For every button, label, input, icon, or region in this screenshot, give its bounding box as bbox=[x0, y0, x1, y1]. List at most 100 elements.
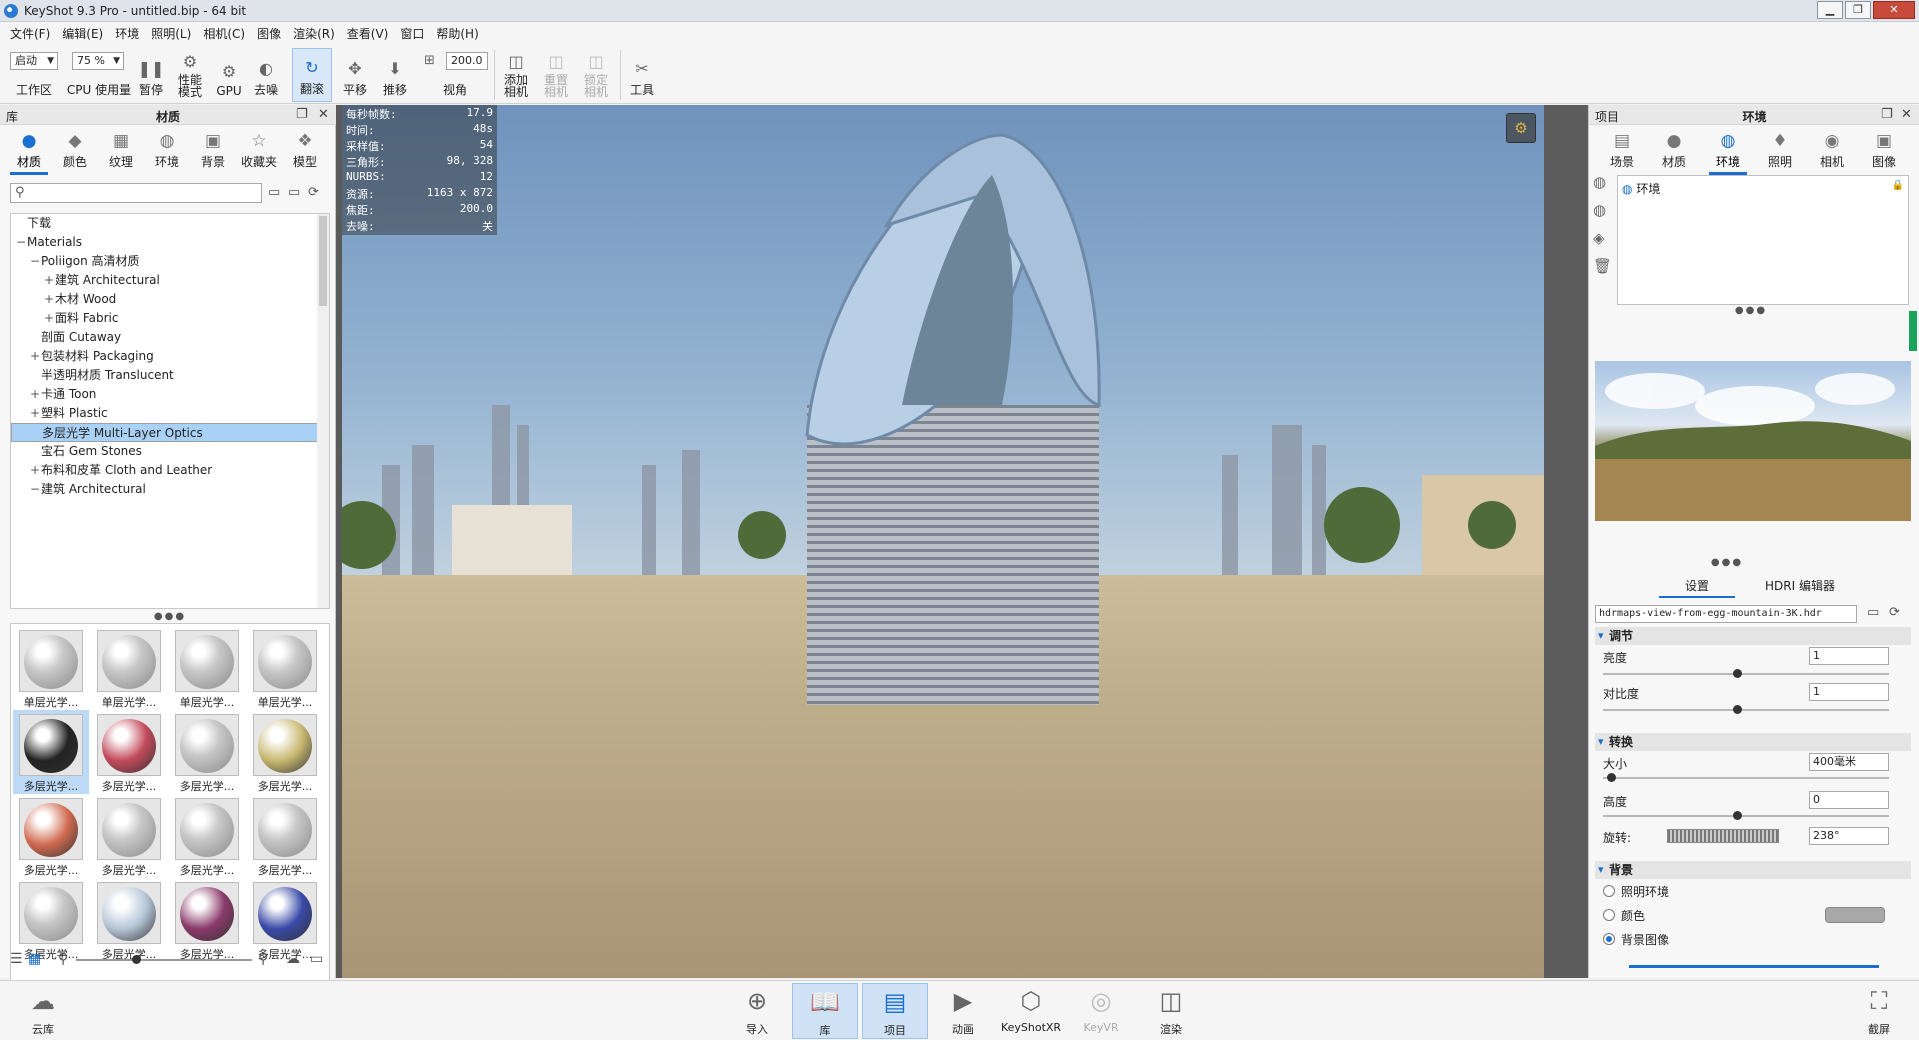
folder-icon[interactable]: ▭ bbox=[310, 951, 323, 967]
size-input[interactable]: 400毫米 bbox=[1809, 753, 1889, 771]
close-panel-icon[interactable]: ✕ bbox=[318, 107, 329, 122]
keyshotxr-button[interactable]: ⬡ KeyShotXR bbox=[998, 983, 1064, 1039]
library-search-input[interactable]: ⚲ bbox=[10, 183, 262, 203]
duplicate-environment-icon[interactable]: ◍ bbox=[1593, 201, 1606, 219]
splitter-handle[interactable]: ●●● bbox=[150, 611, 190, 622]
reset-camera-button[interactable]: ◫ 重置 相机 bbox=[538, 48, 574, 102]
lock-camera-button[interactable]: ◫ 锁定 相机 bbox=[578, 48, 614, 102]
tab-backplates[interactable]: ▣ 背景 bbox=[190, 127, 236, 173]
tab-image[interactable]: ▣ 图像 bbox=[1861, 127, 1907, 173]
grid-view-icon[interactable]: ▦ bbox=[28, 951, 41, 967]
radio-lighting-environment[interactable] bbox=[1603, 885, 1615, 897]
refresh-icon[interactable]: ⟳ bbox=[1889, 605, 1900, 620]
tree-item[interactable]: 多层光学 Multi-Layer Optics bbox=[11, 423, 319, 442]
upload-cloud-icon[interactable]: ☁ bbox=[286, 951, 300, 967]
keyvr-button[interactable]: ◎ KeyVR bbox=[1068, 983, 1134, 1039]
tab-materials[interactable]: ● 材质 bbox=[1651, 127, 1697, 173]
tab-models[interactable]: ❖ 模型 bbox=[282, 127, 328, 173]
float-panel-icon[interactable]: ❐ bbox=[296, 107, 308, 122]
add-environment-icon[interactable]: ◍ bbox=[1593, 173, 1606, 191]
material-thumbnail[interactable]: 单层光学... bbox=[91, 626, 167, 710]
close-panel-icon[interactable]: ✕ bbox=[1901, 107, 1912, 122]
denoise-button[interactable]: ◐ 去噪 bbox=[248, 48, 284, 102]
menu-edit[interactable]: 编辑(E) bbox=[56, 25, 109, 42]
size-slider[interactable] bbox=[1603, 777, 1889, 779]
contrast-input[interactable]: 1 bbox=[1809, 683, 1889, 701]
material-thumbnail[interactable]: 多层光学... bbox=[169, 710, 245, 794]
float-panel-icon[interactable]: ❐ bbox=[1881, 107, 1893, 122]
splitter-handle[interactable]: ●●● bbox=[1731, 305, 1771, 316]
performance-mode-button[interactable]: ⚙ 性能 模式 bbox=[170, 48, 210, 102]
height-slider-knob[interactable] bbox=[1733, 811, 1742, 820]
library-button[interactable]: 📖 库 bbox=[792, 983, 858, 1039]
pan-button[interactable]: ✥ 平移 bbox=[336, 48, 374, 102]
material-thumbnail[interactable]: 多层光学... bbox=[91, 710, 167, 794]
tree-item[interactable]: + 卡通 Toon bbox=[11, 385, 319, 404]
dolly-button[interactable]: ⬇ 推移 bbox=[376, 48, 414, 102]
tab-materials[interactable]: ● 材质 bbox=[6, 127, 52, 175]
animation-button[interactable]: ▶ 动画 bbox=[930, 983, 996, 1039]
material-thumbnail[interactable]: 多层光学... bbox=[13, 710, 89, 794]
brightness-input[interactable]: 1 bbox=[1809, 647, 1889, 665]
height-slider[interactable] bbox=[1603, 815, 1889, 817]
tools-button[interactable]: ✂ 工具 bbox=[624, 48, 660, 102]
tree-expand-icon[interactable]: − bbox=[29, 252, 41, 271]
subtab-settings[interactable]: 设置 bbox=[1658, 577, 1736, 598]
tree-item[interactable]: + 建筑 Architectural bbox=[11, 271, 319, 290]
material-thumbnail[interactable]: 多层光学... bbox=[91, 794, 167, 878]
panel-scroll-indicator[interactable] bbox=[1629, 965, 1879, 968]
cloud-library-button[interactable]: ☁ 云库 bbox=[10, 983, 76, 1039]
thumbnail-size-slider-knob[interactable] bbox=[132, 955, 141, 964]
tree-scrollbar[interactable] bbox=[317, 214, 329, 608]
refresh-icon[interactable]: ⟳ bbox=[308, 185, 319, 200]
background-color-swatch[interactable] bbox=[1825, 907, 1885, 923]
tree-expand-icon[interactable]: + bbox=[43, 290, 55, 309]
viewport-lock-icon[interactable]: ⚙ bbox=[1506, 113, 1536, 143]
tree-expand-icon[interactable]: + bbox=[29, 461, 41, 480]
add-folder-icon[interactable]: ▭ bbox=[288, 185, 300, 200]
size-slider-knob[interactable] bbox=[1607, 773, 1616, 782]
tree-item[interactable]: 宝石 Gem Stones bbox=[11, 442, 319, 461]
tree-item[interactable]: − Poliigon 高清材质 bbox=[11, 252, 319, 271]
maximize-icon[interactable]: ❐ bbox=[1845, 1, 1871, 19]
tab-scene[interactable]: ▤ 场景 bbox=[1599, 127, 1645, 173]
tree-item[interactable]: 下载 bbox=[11, 214, 319, 233]
menu-image[interactable]: 图像 bbox=[251, 25, 287, 42]
tree-item[interactable]: 半透明材质 Translucent bbox=[11, 366, 319, 385]
rotation-dial[interactable] bbox=[1667, 829, 1779, 843]
list-view-icon[interactable]: ☰ bbox=[10, 951, 23, 967]
tree-expand-icon[interactable]: + bbox=[43, 309, 55, 328]
tab-camera[interactable]: ◉ 相机 bbox=[1809, 127, 1855, 173]
menu-file[interactable]: 文件(F) bbox=[4, 25, 56, 42]
tree-expand-icon[interactable]: + bbox=[43, 271, 55, 290]
tree-item[interactable]: 剖面 Cutaway bbox=[11, 328, 319, 347]
subtab-hdri-editor[interactable]: HDRI 编辑器 bbox=[1765, 577, 1835, 594]
tree-item[interactable]: + 面料 Fabric bbox=[11, 309, 319, 328]
import-folder-icon[interactable]: ▭ bbox=[268, 185, 280, 200]
hdr-file-input[interactable]: hdrmaps-view-from-egg-mountain-3K.hdr bbox=[1595, 605, 1857, 623]
screenshot-button[interactable]: ⛶ 截屏 bbox=[1846, 983, 1912, 1039]
menu-window[interactable]: 窗口 bbox=[394, 25, 430, 42]
gpu-button[interactable]: ⚙ GPU bbox=[212, 48, 246, 102]
material-thumbnail[interactable]: 多层光学... bbox=[169, 794, 245, 878]
tab-environment[interactable]: ◍ 环境 bbox=[1705, 127, 1751, 175]
hdri-preview[interactable] bbox=[1595, 361, 1911, 521]
tree-expand-icon[interactable]: − bbox=[15, 233, 27, 252]
section-adjust[interactable]: 调节 bbox=[1595, 627, 1911, 645]
section-background[interactable]: 背景 bbox=[1595, 861, 1911, 879]
thumbnail-size-slider[interactable] bbox=[76, 959, 252, 961]
tree-item[interactable]: − Materials bbox=[11, 233, 319, 252]
contrast-slider-knob[interactable] bbox=[1733, 705, 1742, 714]
render-button[interactable]: ◫ 渲染 bbox=[1138, 983, 1204, 1039]
material-thumbnail[interactable]: 单层光学... bbox=[247, 626, 323, 710]
rotation-input[interactable]: 238° bbox=[1809, 827, 1889, 845]
radio-background-image[interactable] bbox=[1603, 933, 1615, 945]
tree-item[interactable]: + 布料和皮革 Cloth and Leather bbox=[11, 461, 319, 480]
tab-colors[interactable]: ◆ 颜色 bbox=[52, 127, 98, 173]
tree-expand-icon[interactable]: − bbox=[29, 480, 41, 499]
tab-favorites[interactable]: ☆ 收藏夹 bbox=[236, 127, 282, 173]
add-camera-button[interactable]: ◫ 添加 相机 bbox=[498, 48, 534, 102]
tumble-button[interactable]: ↻ 翻滚 bbox=[292, 48, 332, 102]
tree-scrollbar-thumb[interactable] bbox=[319, 216, 327, 306]
tree-expand-icon[interactable]: + bbox=[29, 385, 41, 404]
